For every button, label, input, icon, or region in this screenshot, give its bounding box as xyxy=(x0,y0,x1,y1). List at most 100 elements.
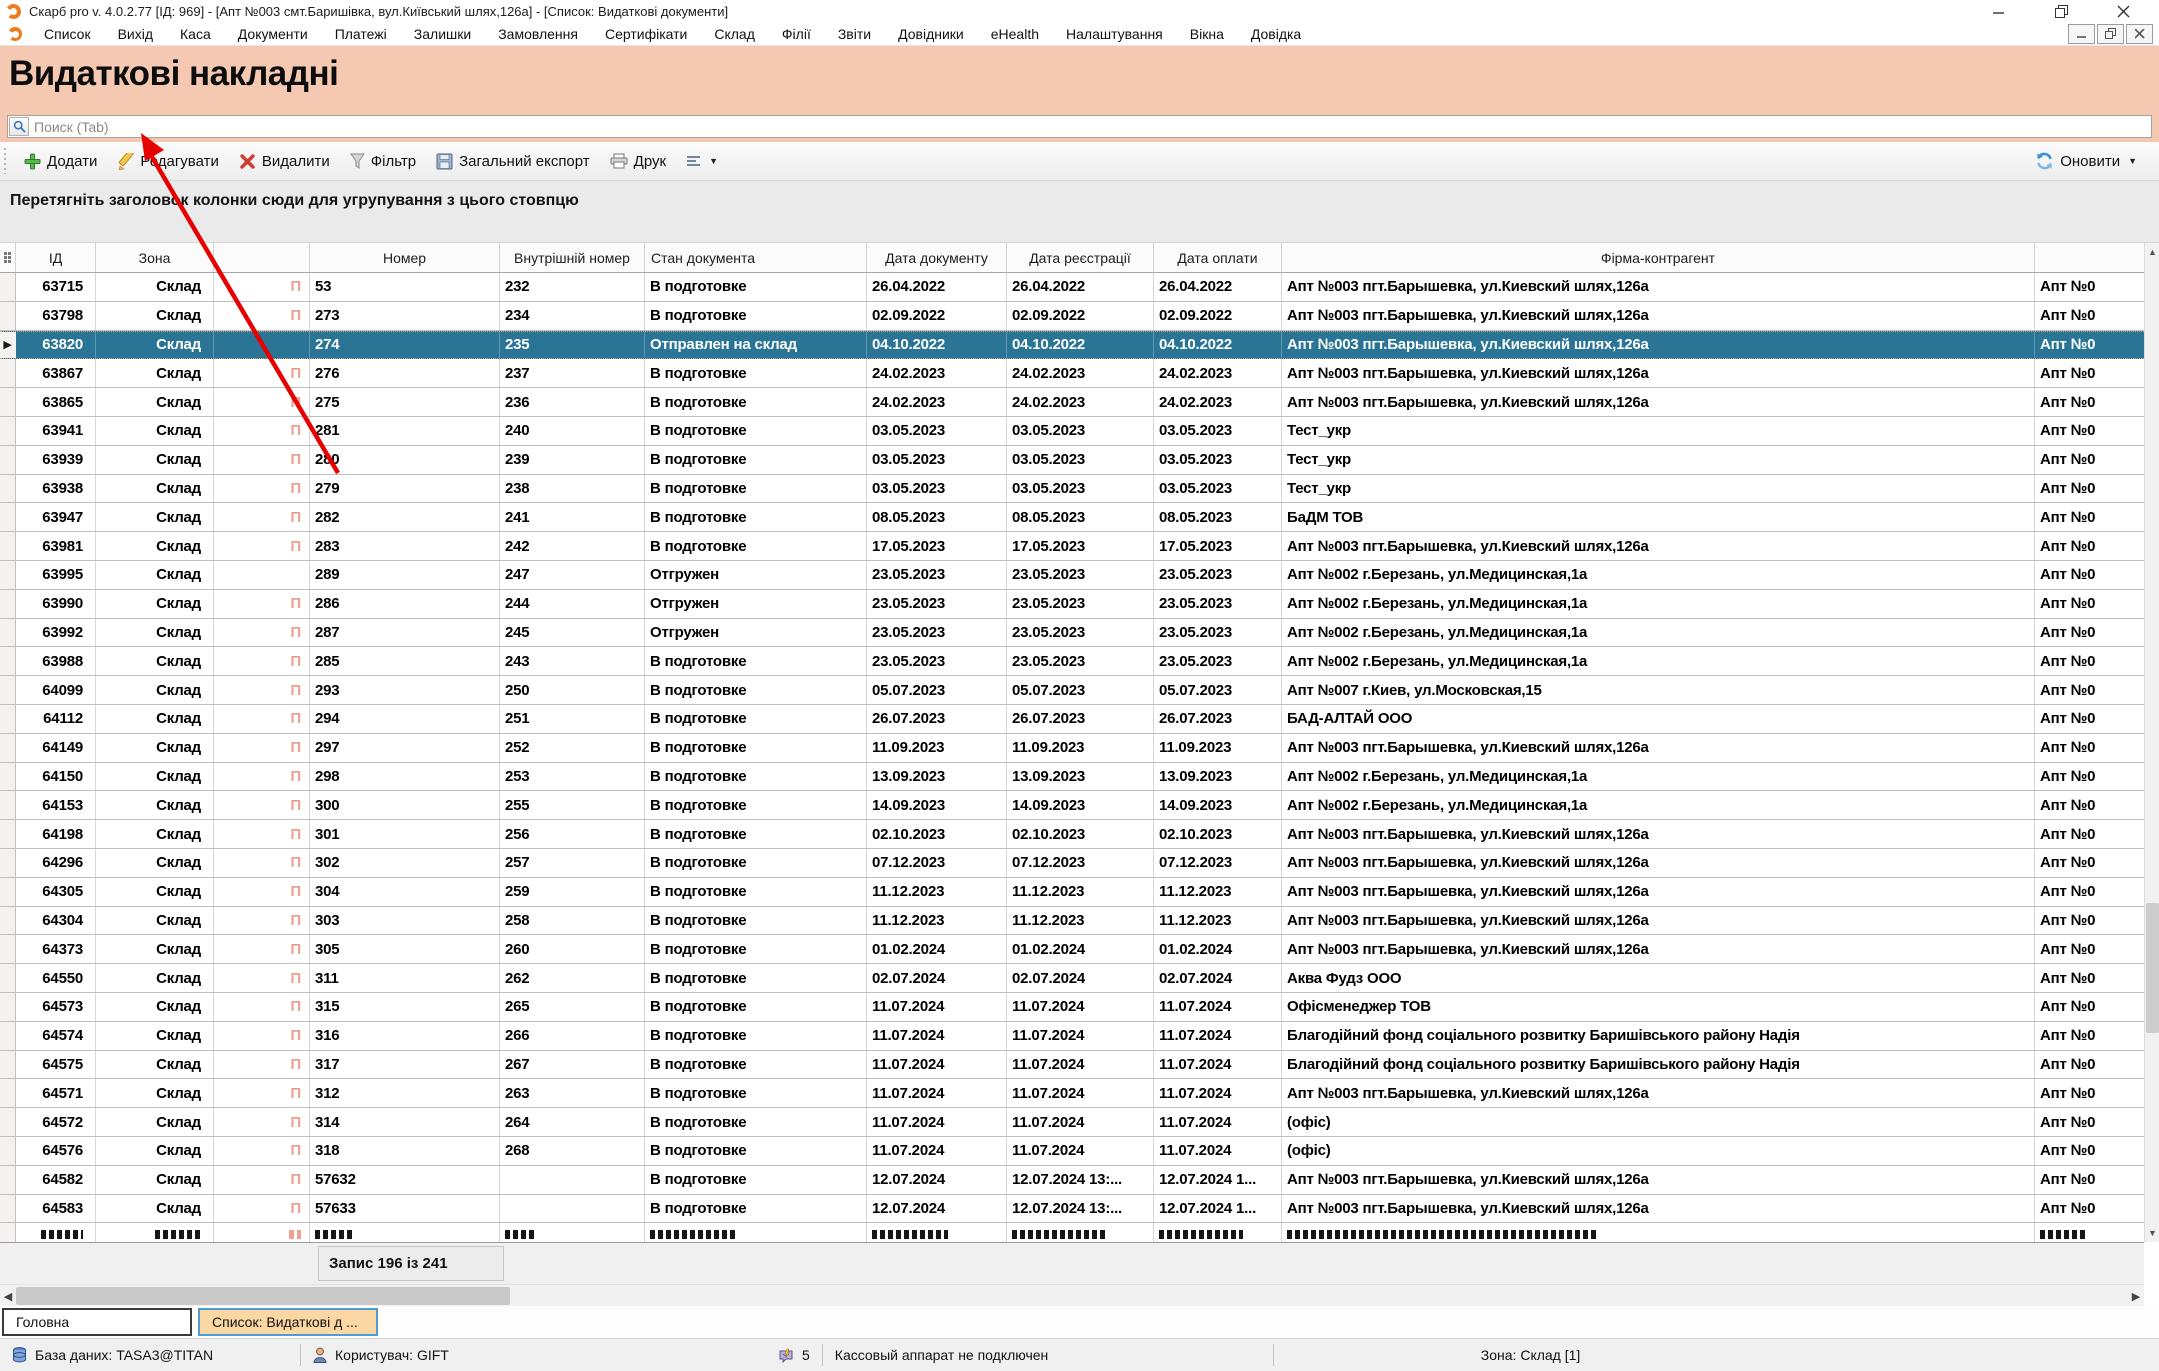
table-row[interactable]: 63941СкладП281240В подготовке03.05.20230… xyxy=(0,417,2144,446)
table-row[interactable]: 64150СкладП298253В подготовке13.09.20231… xyxy=(0,763,2144,792)
table-row[interactable]: 63867СкладП276237В подготовке24.02.20232… xyxy=(0,359,2144,388)
cell-p: П xyxy=(214,619,310,647)
mdi-minimize-icon[interactable] xyxy=(2068,24,2095,44)
mdi-close-icon[interactable] xyxy=(2126,24,2153,44)
table-row[interactable]: 64571СкладП312263В подготовке11.07.20241… xyxy=(0,1079,2144,1108)
table-row[interactable]: 63992СкладП287245Отгружен23.05.202323.05… xyxy=(0,619,2144,648)
table-row[interactable]: 64099СкладП293250В подготовке05.07.20230… xyxy=(0,676,2144,705)
table-row[interactable]: 64574СкладП316266В подготовке11.07.20241… xyxy=(0,1022,2144,1051)
cell-internal: 253 xyxy=(500,763,645,791)
restore-icon[interactable] xyxy=(2047,1,2075,21)
print-button[interactable]: Друк xyxy=(602,149,674,174)
export-button[interactable]: Загальний експорт xyxy=(428,149,598,174)
search-icon[interactable] xyxy=(9,117,29,136)
table-row[interactable]: 64304СкладП303258В подготовке11.12.20231… xyxy=(0,907,2144,936)
cell-status: В подготовке xyxy=(645,676,867,704)
close-icon[interactable] xyxy=(2109,1,2137,21)
column-header-Внутрішній номер[interactable]: Внутрішній номер xyxy=(500,243,645,272)
menu-item-4[interactable]: Документи xyxy=(238,26,308,42)
menu-item-12[interactable]: Довідники xyxy=(898,26,964,42)
table-row[interactable]: 64149СкладП297252В подготовке11.09.20231… xyxy=(0,734,2144,763)
table-row[interactable]: 63939СкладП280239В подготовке03.05.20230… xyxy=(0,446,2144,475)
column-header-Дата реєстрації[interactable]: Дата реєстрації xyxy=(1007,243,1154,272)
delete-button[interactable]: Видалити xyxy=(231,149,338,174)
column-header-Дата оплати[interactable]: Дата оплати xyxy=(1154,243,1282,272)
table-row[interactable]: 63938СкладП279238В подготовке03.05.20230… xyxy=(0,475,2144,504)
cell-firm: Апт №002 г.Березань, ул.Медицинская,1а xyxy=(1282,561,2035,589)
menu-item-11[interactable]: Звіти xyxy=(838,26,871,42)
table-row[interactable]: 64305СкладП304259В подготовке11.12.20231… xyxy=(0,878,2144,907)
table-row[interactable]: 64575СкладП317267В подготовке11.07.20241… xyxy=(0,1051,2144,1080)
table-row[interactable]: 64112СкладП294251В подготовке26.07.20232… xyxy=(0,705,2144,734)
scroll-up-icon[interactable]: ▲ xyxy=(2145,244,2159,260)
column-header-Зона[interactable]: Зона xyxy=(96,243,214,272)
table-row[interactable]: 63995Склад289247Отгружен23.05.202323.05.… xyxy=(0,561,2144,590)
menu-item-9[interactable]: Склад xyxy=(714,26,755,42)
search-input[interactable] xyxy=(29,119,2151,135)
menu-item-16[interactable]: Довідка xyxy=(1251,26,1301,42)
table-row[interactable]: 64583СкладП57633В подготовке12.07.202412… xyxy=(0,1195,2144,1224)
menu-item-2[interactable]: Вихід xyxy=(118,26,153,42)
tab-home[interactable]: Головна xyxy=(2,1308,192,1336)
vertical-scrollbar[interactable]: ▲ ▼ xyxy=(2144,243,2159,1242)
cell-firm: Благодійний фонд соціального розвитку Ба… xyxy=(1282,1051,2035,1079)
toolbar-grip-handle[interactable] xyxy=(3,148,8,174)
table-row[interactable]: 63865СкладП275236В подготовке24.02.20232… xyxy=(0,388,2144,417)
table-row[interactable]: 64373СкладП305260В подготовке01.02.20240… xyxy=(0,935,2144,964)
horizontal-scrollbar[interactable]: ◀ ▶ xyxy=(0,1284,2144,1306)
menu-item-15[interactable]: Вікна xyxy=(1190,26,1224,42)
edit-button[interactable]: Редагувати xyxy=(109,149,227,174)
table-row[interactable]: 64572СкладП314264В подготовке11.07.20241… xyxy=(0,1108,2144,1137)
cell-tail: Апт №0 xyxy=(2035,705,2144,733)
menu-item-10[interactable]: Філії xyxy=(782,26,811,42)
cell-internal: 242 xyxy=(500,532,645,560)
row-indicator xyxy=(0,417,16,445)
column-header-Дата документу[interactable]: Дата документу xyxy=(867,243,1007,272)
cell-date_doc: 12.07.2024 xyxy=(867,1195,1007,1223)
table-row[interactable]: 63988СкладП285243В подготовке23.05.20232… xyxy=(0,647,2144,676)
cell-zone: Склад xyxy=(96,446,214,474)
table-row-partial[interactable] xyxy=(0,1223,2144,1242)
scroll-down-icon[interactable]: ▼ xyxy=(2145,1225,2159,1241)
minimize-icon[interactable] xyxy=(1985,1,2013,21)
table-row[interactable]: 64573СкладП315265В подготовке11.07.20241… xyxy=(0,993,2144,1022)
filter-button[interactable]: Фільтр xyxy=(342,149,424,174)
column-header-Фірма-контрагент[interactable]: Фірма-контрагент xyxy=(1282,243,2035,272)
column-header-Номер[interactable]: Номер xyxy=(310,243,500,272)
scroll-left-icon[interactable]: ◀ xyxy=(0,1285,16,1307)
tab-list-expense-docs[interactable]: Список: Видаткові д ... xyxy=(198,1308,378,1336)
menu-item-5[interactable]: Платежі xyxy=(335,26,387,42)
table-row[interactable]: 63947СкладП282241В подготовке08.05.20230… xyxy=(0,503,2144,532)
table-row[interactable]: ▶63820Склад274235Отправлен на склад04.10… xyxy=(0,331,2144,360)
column-header-Стан документа[interactable]: Стан документа xyxy=(645,243,867,272)
table-row[interactable]: 63990СкладП286244Отгружен23.05.202323.05… xyxy=(0,590,2144,619)
table-row[interactable]: 63715СкладП53232В подготовке26.04.202226… xyxy=(0,273,2144,302)
vertical-scroll-thumb[interactable] xyxy=(2146,903,2159,1033)
add-button[interactable]: Додати xyxy=(16,149,105,174)
scroll-right-icon[interactable]: ▶ xyxy=(2128,1285,2144,1307)
layout-button[interactable]: ▼ xyxy=(678,150,726,172)
column-header-col11[interactable] xyxy=(2035,243,2144,272)
table-row[interactable]: 63981СкладП283242В подготовке17.05.20231… xyxy=(0,532,2144,561)
menu-item-14[interactable]: Налаштування xyxy=(1066,26,1163,42)
table-row[interactable]: 64550СкладП311262В подготовке02.07.20240… xyxy=(0,964,2144,993)
cell-number: 53 xyxy=(310,273,500,301)
mdi-restore-icon[interactable] xyxy=(2097,24,2124,44)
cell-number: 287 xyxy=(310,619,500,647)
menu-item-8[interactable]: Сертифікати xyxy=(605,26,687,42)
refresh-button[interactable]: Оновити▼ xyxy=(2027,148,2145,174)
menu-item-13[interactable]: eHealth xyxy=(991,26,1039,42)
horizontal-scroll-thumb[interactable] xyxy=(16,1287,510,1305)
table-row[interactable]: 64582СкладП57632В подготовке12.07.202412… xyxy=(0,1166,2144,1195)
menu-item-7[interactable]: Замовлення xyxy=(498,26,578,42)
table-row[interactable]: 64296СкладП302257В подготовке07.12.20230… xyxy=(0,849,2144,878)
column-header-col3[interactable] xyxy=(214,243,310,272)
menu-item-6[interactable]: Залишки xyxy=(414,26,471,42)
table-row[interactable]: 64198СкладП301256В подготовке02.10.20230… xyxy=(0,820,2144,849)
table-row[interactable]: 63798СкладП273234В подготовке02.09.20220… xyxy=(0,302,2144,331)
menu-item-3[interactable]: Каса xyxy=(180,26,211,42)
menu-item-1[interactable]: Список xyxy=(44,26,91,42)
column-header-ІД[interactable]: ІД xyxy=(16,243,96,272)
table-row[interactable]: 64153СкладП300255В подготовке14.09.20231… xyxy=(0,791,2144,820)
table-row[interactable]: 64576СкладП318268В подготовке11.07.20241… xyxy=(0,1137,2144,1166)
